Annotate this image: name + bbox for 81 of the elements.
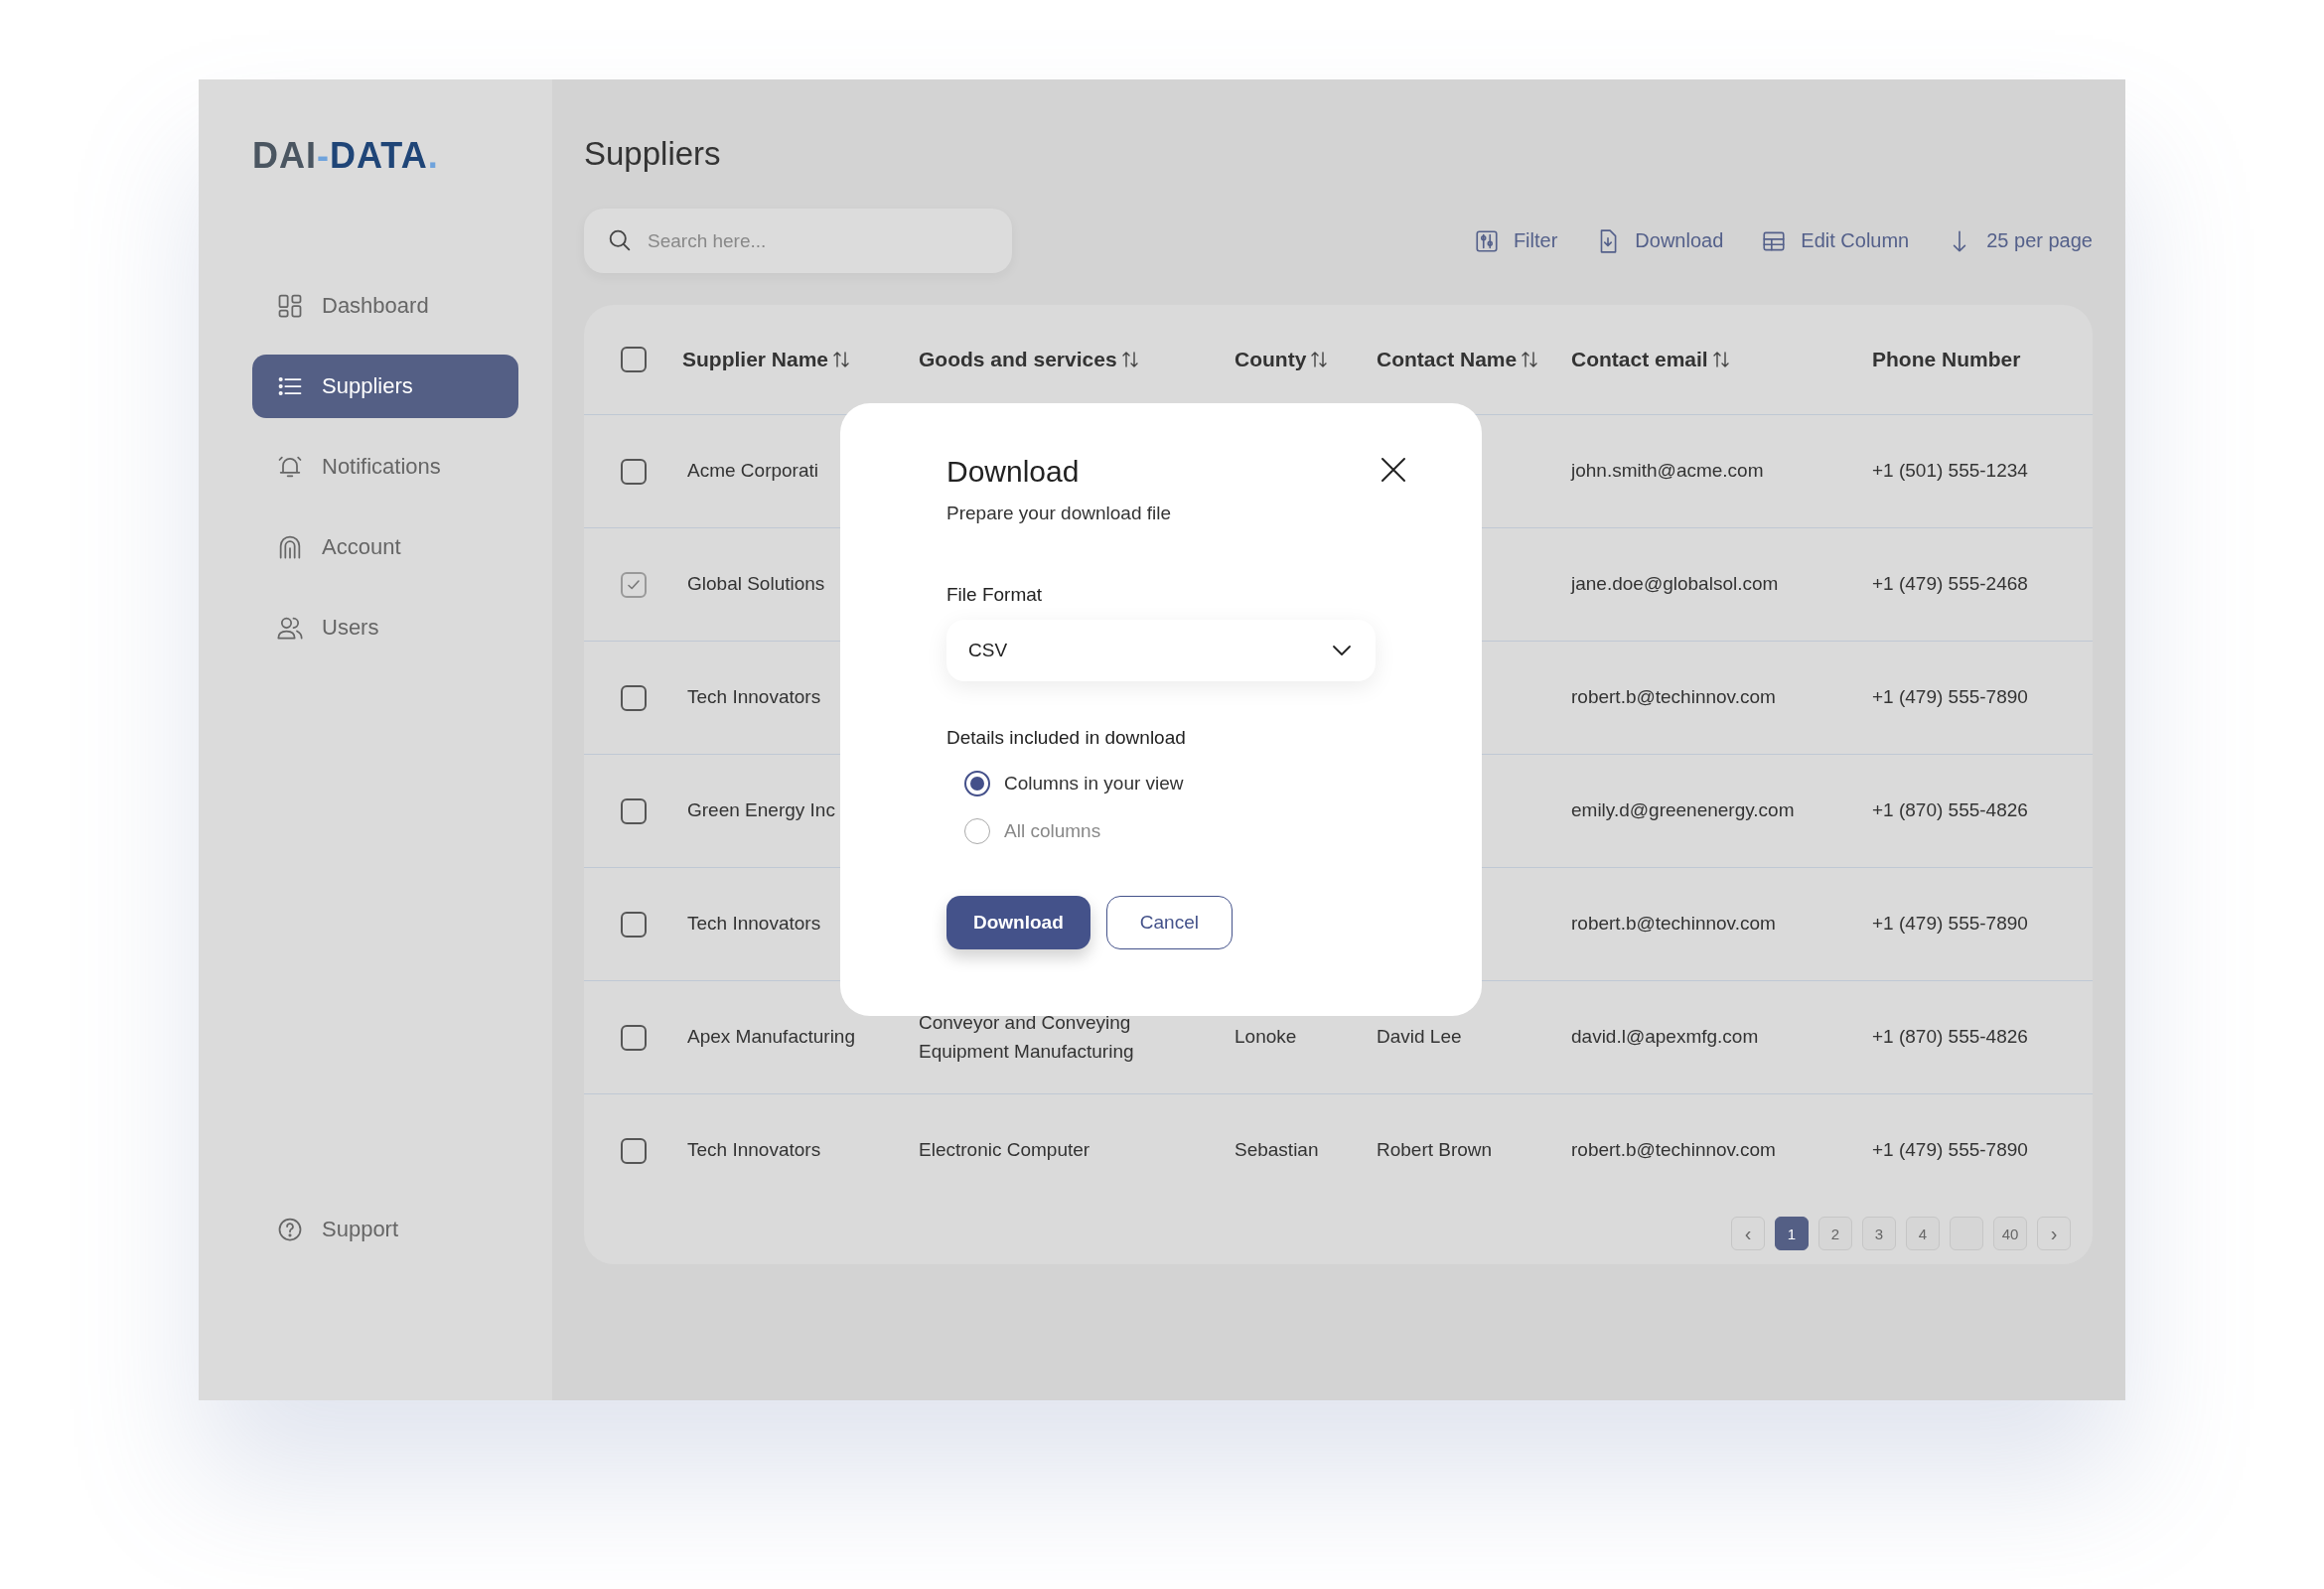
table-cell: Tech Innovators — [687, 686, 821, 708]
table-cell: +1 (479) 555-7890 — [1872, 1139, 2028, 1161]
table-cell: robert.b@techinnov.com — [1571, 1139, 1776, 1161]
table-cell: Lonoke — [1235, 1026, 1297, 1048]
table-cell: Global Solutions — [687, 573, 825, 595]
field-label: File Format — [946, 584, 1044, 606]
page-button[interactable]: 2 — [1818, 1217, 1852, 1250]
logo: DAI-DATA. — [252, 135, 440, 177]
radio-label[interactable]: All columns — [1004, 820, 1101, 842]
page-button[interactable]: 4 — [1906, 1217, 1940, 1250]
column-header[interactable]: Goods and services — [919, 348, 1139, 371]
radio-button[interactable] — [964, 771, 990, 796]
sliders-icon — [1473, 227, 1500, 254]
checkbox[interactable] — [621, 684, 647, 711]
table-cell: Apex Manufacturing — [687, 1026, 855, 1048]
nav-item[interactable]: Notifications — [252, 435, 518, 499]
sort-icon[interactable] — [1120, 350, 1139, 369]
table-cell: David Lee — [1377, 1026, 1462, 1048]
checkbox[interactable] — [621, 571, 647, 598]
dashboard-icon — [276, 292, 304, 320]
column-header[interactable]: Supplier Name — [682, 348, 851, 371]
checkbox[interactable] — [621, 797, 647, 824]
cancel-button[interactable]: Cancel — [1105, 896, 1233, 949]
checkbox[interactable] — [621, 1024, 647, 1051]
sort-icon[interactable] — [832, 350, 851, 369]
column-header[interactable]: Phone Number — [1872, 348, 2021, 371]
column-header[interactable]: Contact email — [1571, 348, 1730, 371]
sort-icon[interactable] — [1521, 350, 1539, 369]
table-cell: jane.doe@globalsol.com — [1571, 573, 1779, 595]
nav-item[interactable]: Dashboard — [252, 274, 518, 338]
toolbar-button[interactable]: Edit Column — [1761, 227, 1910, 254]
table-cell: Tech Innovators — [687, 913, 821, 935]
checkbox[interactable] — [621, 458, 647, 485]
table-cell: Conveyor and Conveying Equipment Manufacturing — [919, 1012, 1134, 1062]
table-cell: Green Energy Inc — [687, 799, 835, 821]
nav-item[interactable]: Support — [252, 1198, 518, 1261]
nav-item[interactable]: Suppliers — [252, 355, 518, 418]
table-cell: +1 (501) 555-1234 — [1872, 460, 2028, 482]
toolbar-button[interactable]: 25 per page — [1947, 227, 2093, 254]
page-arrow-button[interactable]: ‹ — [1731, 1217, 1765, 1250]
table-cell: Acme Corporati — [687, 460, 818, 482]
column-header[interactable]: Contact Name — [1377, 348, 1539, 371]
dialog-subtitle: Prepare your download file — [946, 503, 1173, 524]
dialog-title: Download — [946, 455, 1080, 489]
table-cell: robert.b@techinnov.com — [1571, 913, 1776, 935]
checkbox[interactable] — [621, 911, 647, 938]
sort-icon[interactable] — [1310, 350, 1329, 369]
checkbox[interactable] — [621, 347, 647, 372]
table-cell: +1 (479) 555-2468 — [1872, 573, 2028, 595]
table-cell: Robert Brown — [1377, 1139, 1493, 1161]
sort-icon[interactable] — [1711, 350, 1730, 369]
radio-label[interactable]: Columns in your view — [1004, 773, 1184, 794]
page-arrow-button[interactable]: › — [2037, 1217, 2071, 1250]
help-icon — [276, 1216, 304, 1243]
table-cell: emily.d@greenenergy.com — [1571, 799, 1795, 821]
table-cell: +1 (870) 555-4826 — [1872, 1026, 2028, 1048]
column-header[interactable]: County — [1235, 348, 1329, 371]
format-dropdown[interactable]: CSV — [946, 620, 1376, 681]
table-cell: Electronic Computer — [919, 1139, 1090, 1161]
toolbar-button[interactable]: Download — [1595, 227, 1724, 254]
checkbox[interactable] — [621, 1137, 647, 1164]
table-cell: +1 (870) 555-4826 — [1872, 799, 2028, 821]
table-cell: john.smith@acme.com — [1571, 460, 1764, 482]
table-cell: Tech Innovators — [687, 1139, 821, 1161]
table-cell: +1 (479) 555-7890 — [1872, 686, 2028, 708]
download-button[interactable]: Download — [946, 896, 1090, 949]
section-label: Details included in download — [946, 727, 1187, 749]
page-button[interactable]: 3 — [1862, 1217, 1896, 1250]
close-button[interactable] — [1379, 455, 1408, 485]
table-cell: +1 (479) 555-7890 — [1872, 913, 2028, 935]
page-title: Suppliers — [584, 135, 722, 173]
search-field[interactable]: Search here... — [584, 209, 1012, 273]
table-cell: Sebastian — [1235, 1139, 1319, 1161]
close-icon — [1379, 455, 1408, 485]
nav-item[interactable]: Users — [252, 596, 518, 659]
table-cell: david.l@apexmfg.com — [1571, 1026, 1759, 1048]
toolbar-button[interactable]: Filter — [1473, 227, 1558, 254]
page-button[interactable]: 1 — [1775, 1217, 1809, 1250]
nav-item[interactable]: Account — [252, 515, 518, 579]
table-cell: robert.b@techinnov.com — [1571, 686, 1776, 708]
page-button[interactable]: 40 — [1993, 1217, 2027, 1250]
